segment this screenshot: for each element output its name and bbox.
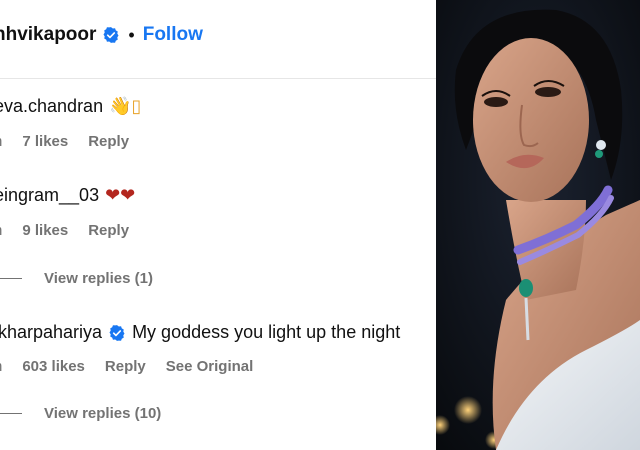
- comment-body: eva.chandran 👋▯: [0, 96, 141, 117]
- comment-likes[interactable]: 7 likes: [22, 133, 68, 150]
- view-replies-label: View replies (1): [44, 270, 153, 287]
- comment-text: 👋▯: [109, 96, 142, 116]
- comment-body: ikharpahariya My goddess you light up th…: [0, 322, 400, 343]
- comment-text: ❤❤: [105, 185, 136, 205]
- comment-username[interactable]: eva.chandran: [0, 96, 103, 117]
- replies-divider: [0, 278, 22, 279]
- comment-username[interactable]: eingram__03: [0, 185, 99, 206]
- comment-time: h: [0, 133, 2, 150]
- follow-button[interactable]: Follow: [143, 24, 203, 46]
- comments-panel: nhvikapoor • Follow eva.chandran 👋▯ h 7 …: [0, 0, 436, 450]
- verified-badge-icon: [109, 324, 125, 341]
- post-photo: [436, 0, 640, 450]
- view-replies-button[interactable]: View replies (1): [0, 270, 153, 287]
- view-replies-button[interactable]: View replies (10): [0, 405, 161, 422]
- verified-badge-icon: [103, 27, 119, 43]
- reply-button[interactable]: Reply: [88, 133, 129, 150]
- portrait-image: [436, 0, 640, 450]
- post-header: nhvikapoor • Follow: [0, 0, 436, 79]
- comment-meta: h 7 likes Reply: [0, 133, 149, 150]
- comment-username[interactable]: ikharpahariya: [0, 322, 102, 343]
- header-separator: •: [128, 24, 135, 45]
- comment-meta: h 603 likes Reply See Original: [0, 358, 273, 375]
- comment-text: My goddess you light up the night: [132, 322, 401, 342]
- comment-time: h: [0, 222, 2, 239]
- comment-body: eingram__03 ❤❤: [0, 185, 135, 206]
- instagram-post-view: nhvikapoor • Follow eva.chandran 👋▯ h 7 …: [0, 0, 640, 450]
- post-author-username[interactable]: nhvikapoor: [0, 24, 96, 46]
- view-replies-label: View replies (10): [44, 405, 162, 422]
- see-original-button[interactable]: See Original: [166, 358, 254, 375]
- comment-meta: h 9 likes Reply: [0, 222, 149, 239]
- post-header-row: nhvikapoor • Follow: [0, 24, 203, 46]
- reply-button[interactable]: Reply: [88, 222, 129, 239]
- comment-likes[interactable]: 9 likes: [22, 222, 68, 239]
- comment-time: h: [0, 358, 2, 375]
- comment-likes[interactable]: 603 likes: [22, 358, 85, 375]
- reply-button[interactable]: Reply: [105, 358, 146, 375]
- replies-divider: [0, 413, 22, 414]
